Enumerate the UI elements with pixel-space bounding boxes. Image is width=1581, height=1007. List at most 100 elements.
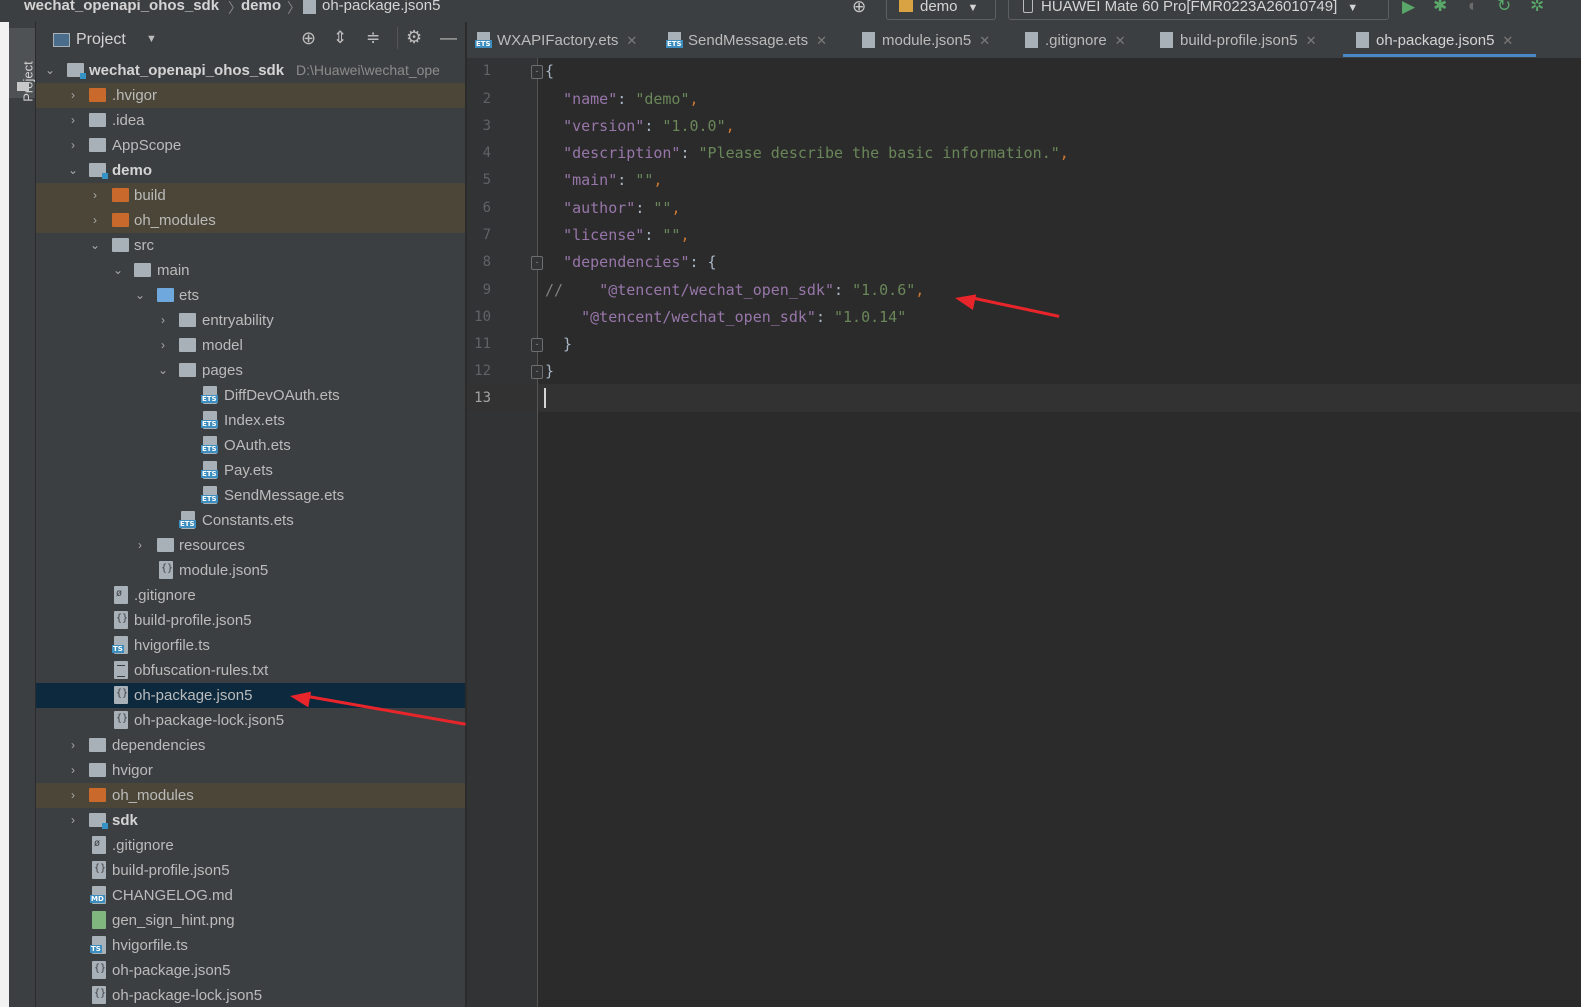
tree-item[interactable]: ETS Pay.ets [36,458,465,483]
chevron-down-icon[interactable]: ⌄ [89,233,101,258]
device-select[interactable]: HUAWEI Mate 60 Pro[FMR0223A26010749] ▼ [1008,0,1389,20]
tab-build-profile[interactable]: build-profile.json5 ✕ [1160,22,1316,58]
chevron-right-icon[interactable]: › [89,208,101,233]
expand-all-icon[interactable]: ⇕ [333,28,347,48]
collapse-all-icon[interactable]: ≑ [366,28,380,48]
chevron-down-icon[interactable]: ▼ [146,33,157,45]
chevron-right-icon[interactable]: › [67,83,79,108]
code-line[interactable]: "name": "demo", [545,86,698,113]
run-icon[interactable]: ▶ [1402,0,1415,17]
breadcrumb-project[interactable]: wechat_openapi_ohos_sdk [24,0,219,14]
tree-item[interactable]: ETS DiffDevOAuth.ets [36,383,465,408]
fold-marker-icon[interactable]: - [531,256,543,270]
hide-panel-icon[interactable]: — [440,28,457,48]
tree-item[interactable]: {} build-profile.json5 [36,608,465,633]
tree-item[interactable]: ETS Constants.ets [36,508,465,533]
code-line-commented[interactable]: // "@tencent/wechat_open_sdk": "1.0.6", [545,277,924,304]
tree-item[interactable]: › hvigor [36,758,465,783]
code-line[interactable]: "@tencent/wechat_open_sdk": "1.0.14" [545,304,906,331]
apply-changes-icon[interactable]: ↻ [1497,0,1511,16]
tree-item[interactable]: › .idea [36,108,465,133]
tree-item[interactable]: › build [36,183,465,208]
close-icon[interactable]: ✕ [979,33,990,48]
tab-module-json5[interactable]: module.json5 ✕ [862,22,990,58]
chevron-down-icon[interactable]: ⌄ [112,258,124,283]
chevron-right-icon[interactable]: › [67,783,79,808]
code-line[interactable]: "author": "", [545,195,680,222]
breadcrumb-file[interactable]: oh-package.json5 [322,0,440,14]
tab-gitignore[interactable]: .gitignore ✕ [1025,22,1126,58]
tree-item[interactable]: ETS OAuth.ets [36,433,465,458]
tree-item[interactable]: TS hvigorfile.ts [36,633,465,658]
close-icon[interactable]: ✕ [1306,33,1317,48]
tree-item[interactable]: obfuscation-rules.txt [36,658,465,683]
chevron-down-icon[interactable]: ⌄ [44,58,56,83]
chevron-right-icon[interactable]: › [67,133,79,158]
code-editor[interactable] [538,58,1581,1007]
tree-item[interactable]: › .hvigor [36,83,465,108]
project-panel-title[interactable]: Project [76,31,126,49]
code-line[interactable]: "version": "1.0.0", [545,113,735,140]
tree-item[interactable]: › oh_modules [36,208,465,233]
target-icon[interactable]: ⊕ [852,0,866,17]
tree-item-root[interactable]: ⌄ wechat_openapi_ohos_sdk D:\Huawei\wech… [36,58,465,83]
tree-item[interactable]: ETS Index.ets [36,408,465,433]
fold-marker-icon[interactable]: - [531,338,543,352]
chevron-down-icon[interactable]: ⌄ [157,358,169,383]
profiler-icon[interactable]: ✲ [1530,0,1544,16]
tree-item[interactable]: › sdk [36,808,465,833]
tree-item[interactable]: › dependencies [36,733,465,758]
tree-item[interactable]: › AppScope [36,133,465,158]
tree-item[interactable]: ⌄ src [36,233,465,258]
tree-item[interactable]: › oh_modules [36,783,465,808]
code-line[interactable]: "description": "Please describe the basi… [545,140,1069,167]
code-line[interactable]: { [545,58,554,85]
attach-debugger-icon[interactable]: ◖ [1466,0,1476,16]
chevron-right-icon[interactable]: › [134,533,146,558]
tree-item[interactable]: ⌄ pages [36,358,465,383]
code-line[interactable]: } [545,358,554,385]
gear-icon[interactable]: ⚙ [406,27,422,48]
code-line[interactable]: "dependencies": { [545,249,717,276]
breadcrumb-module[interactable]: demo [241,0,281,14]
tree-item[interactable]: › resources [36,533,465,558]
tree-item[interactable]: {} build-profile.json5 [36,858,465,883]
tree-item[interactable]: ETS SendMessage.ets [36,483,465,508]
tree-item[interactable]: {} oh-package.json5 [36,958,465,983]
close-icon[interactable]: ✕ [1115,33,1126,48]
locate-file-icon[interactable]: ⊕ [301,28,316,49]
tree-item[interactable]: › model [36,333,465,358]
close-icon[interactable]: ✕ [1502,33,1513,48]
code-line[interactable]: "main": "", [545,167,662,194]
chevron-down-icon[interactable]: ⌄ [134,283,146,308]
tree-item-selected[interactable]: {} oh-package.json5 [36,683,465,708]
tab-sendmessage[interactable]: ETS SendMessage.ets ✕ [666,22,827,58]
tree-item[interactable]: {} module.json5 [36,558,465,583]
tree-item[interactable]: MD CHANGELOG.md [36,883,465,908]
chevron-right-icon[interactable]: › [67,758,79,783]
fold-marker-icon[interactable]: - [531,65,543,79]
tab-oh-package-json5[interactable]: oh-package.json5 ✕ [1356,22,1513,58]
code-line[interactable]: } [545,331,572,358]
chevron-right-icon[interactable]: › [89,183,101,208]
chevron-right-icon[interactable]: › [67,808,79,833]
tree-item[interactable]: ⌄ main [36,258,465,283]
close-icon[interactable]: ✕ [626,33,637,48]
debug-icon[interactable]: ✱ [1433,0,1447,16]
tree-item[interactable]: ø .gitignore [36,833,465,858]
tree-item[interactable]: › entryability [36,308,465,333]
tree-item[interactable]: ⌄ demo [36,158,465,183]
run-config-select[interactable]: demo ▼ [886,0,996,20]
fold-marker-icon[interactable]: - [531,365,543,379]
project-tool-tab[interactable]: Project [9,28,36,102]
chevron-right-icon[interactable]: › [157,333,169,358]
tree-item[interactable]: TS hvigorfile.ts [36,933,465,958]
close-icon[interactable]: ✕ [816,33,827,48]
tab-wxapifactory[interactable]: ETS WXAPIFactory.ets ✕ [475,22,637,58]
chevron-right-icon[interactable]: › [157,308,169,333]
code-line[interactable]: "license": "", [545,222,689,249]
tree-item[interactable]: gen_sign_hint.png [36,908,465,933]
tree-item[interactable]: ø .gitignore [36,583,465,608]
tree-item[interactable]: {} oh-package-lock.json5 [36,983,465,1007]
chevron-down-icon[interactable]: ⌄ [67,158,79,183]
